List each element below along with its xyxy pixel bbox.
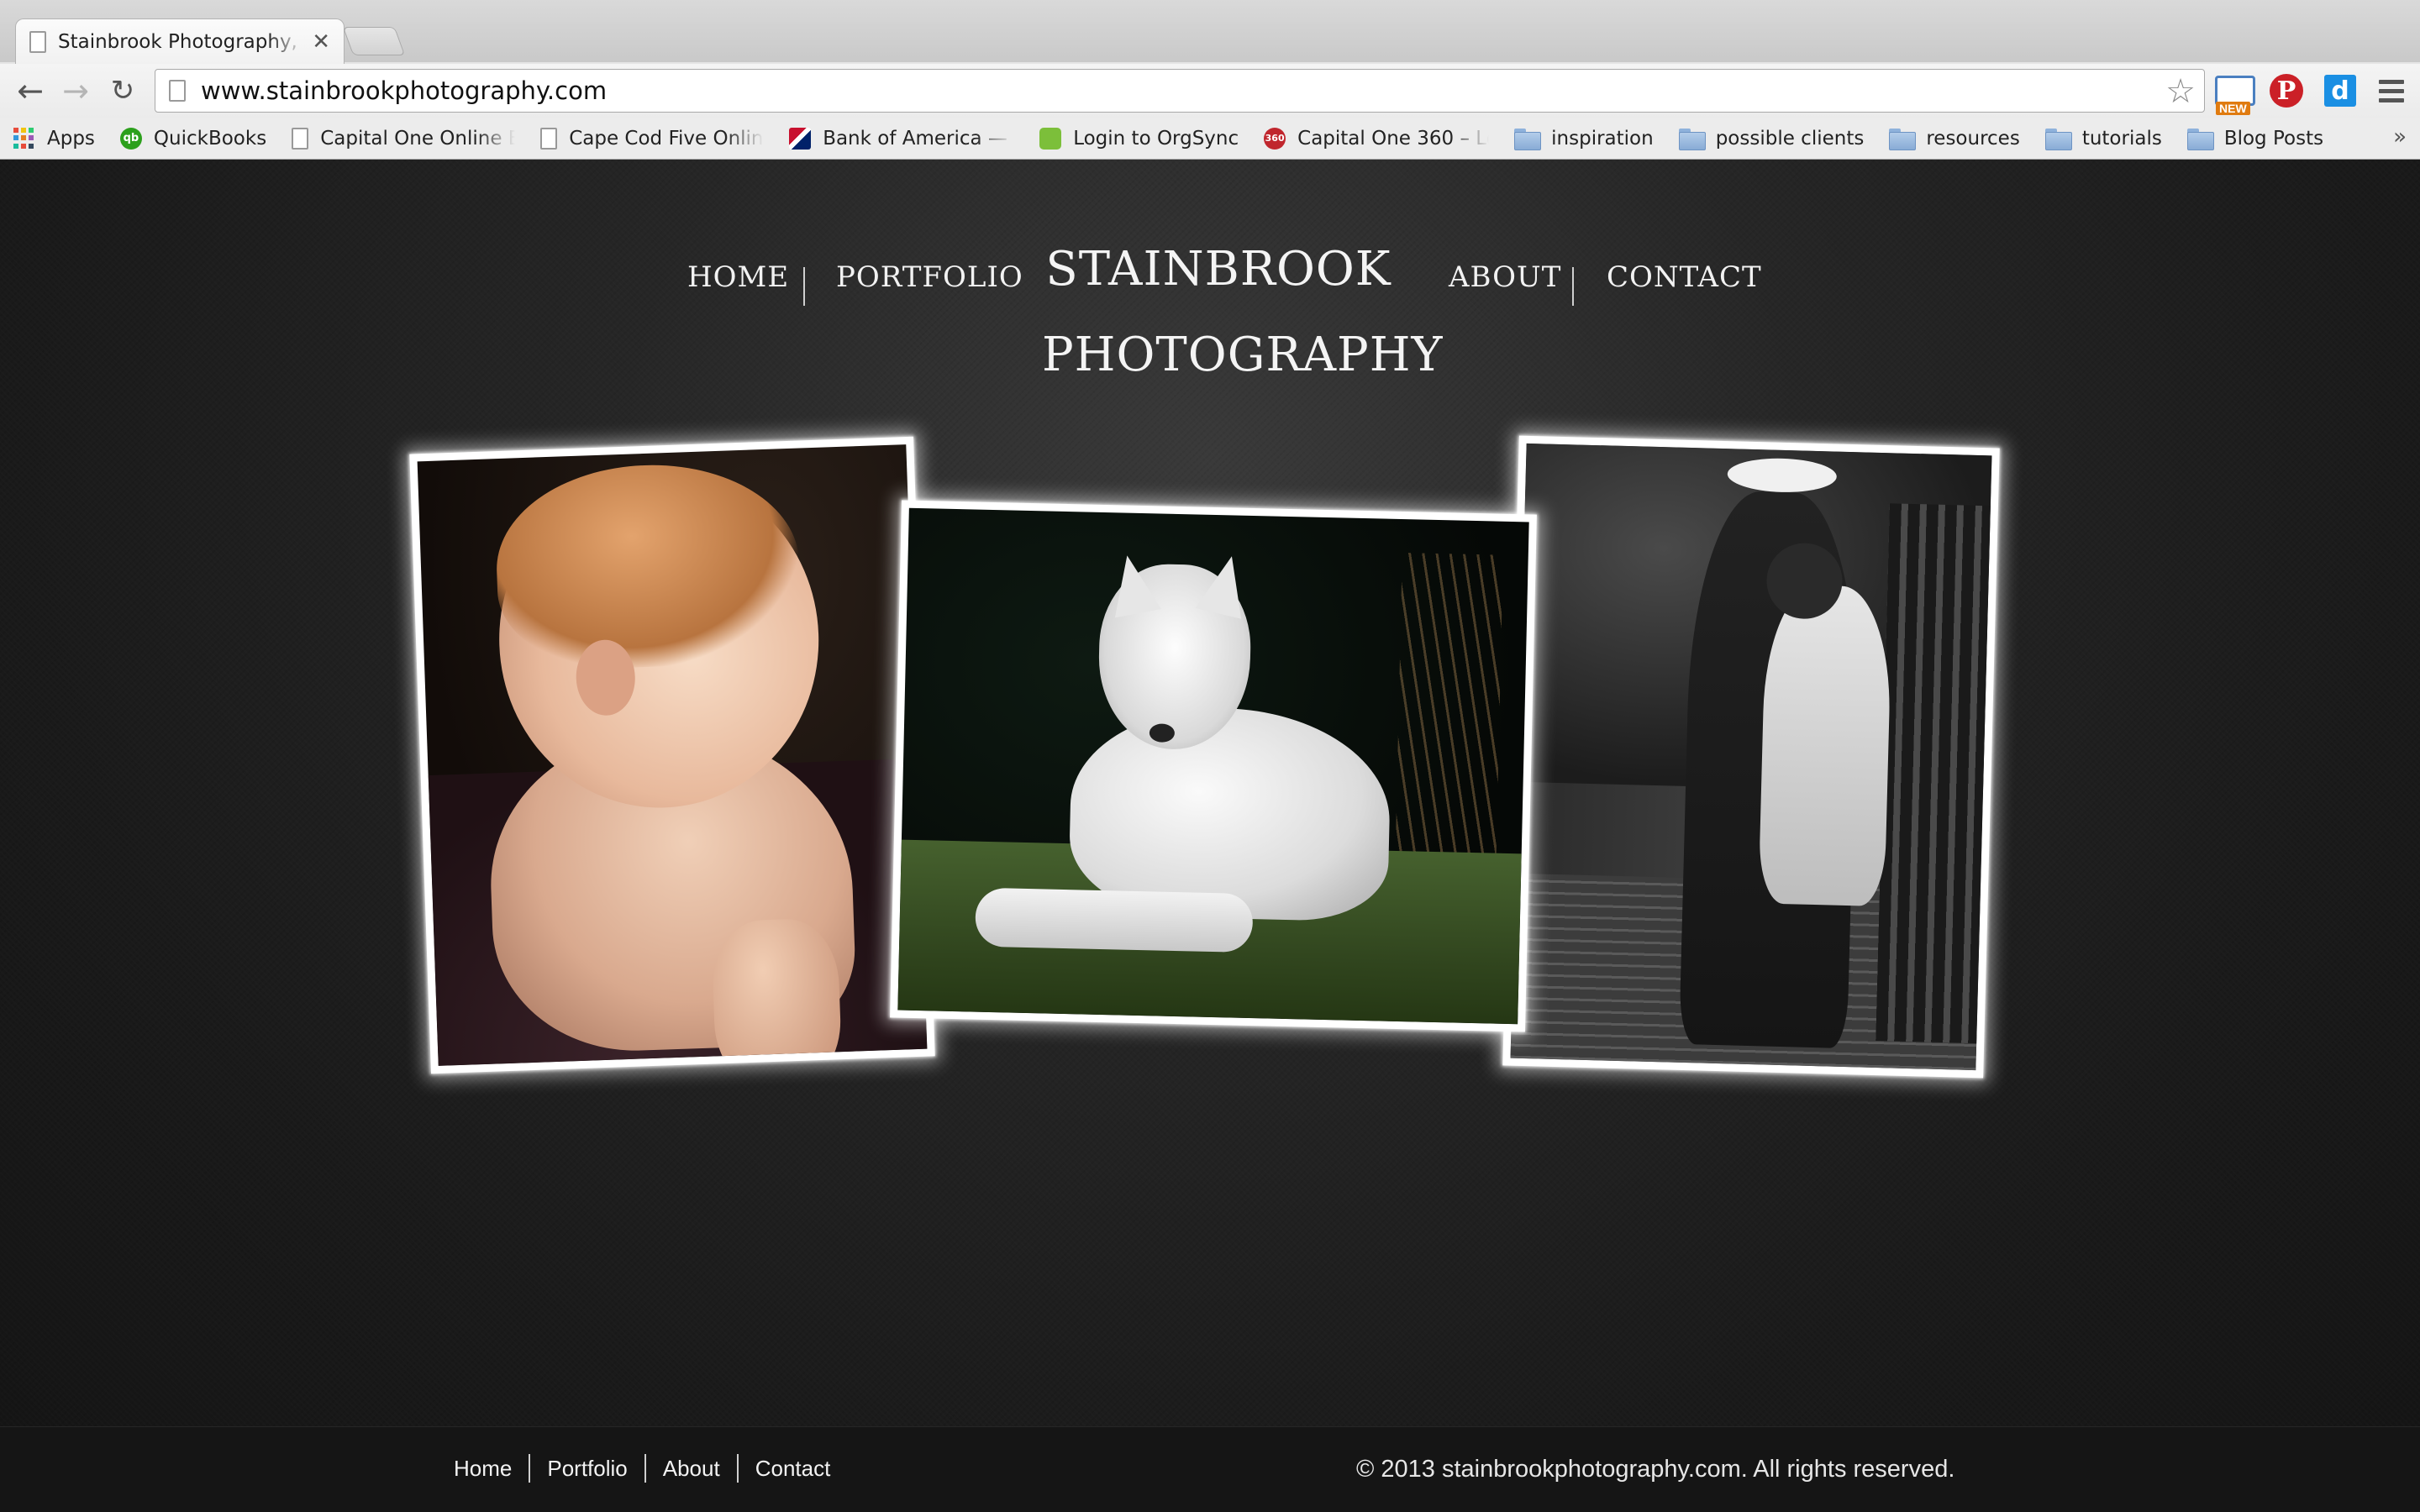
page-icon (169, 80, 186, 102)
footer-contact-link[interactable]: Contact (739, 1456, 848, 1482)
close-tab-icon[interactable]: ✕ (312, 31, 330, 53)
site-logo[interactable]: STAINBROOK PHOTOGRAPHY (1042, 227, 1444, 398)
nav-contact-link[interactable]: CONTACT (1607, 260, 1762, 294)
extension-new-icon[interactable]: NEW (2212, 71, 2259, 115)
photo-wedding-couple[interactable] (1502, 435, 2000, 1079)
nav-about-link[interactable]: ABOUT (1449, 260, 1561, 294)
bookmark-cape-cod-five[interactable]: Cape Cod Five Online (540, 127, 764, 150)
bookmarks-overflow-icon[interactable]: » (2393, 124, 2407, 150)
folder-icon (2186, 128, 2214, 150)
site-header: HOME PORTFOLIO STAINBROOK PHOTOGRAPHY AB… (0, 160, 2420, 382)
couple-photo-image (1510, 443, 1992, 1071)
site-footer: Home Portfolio About Contact © 2013 stai… (0, 1426, 2420, 1512)
folder-icon (1889, 128, 1917, 150)
footer-about-link[interactable]: About (646, 1456, 737, 1482)
page-icon (292, 127, 309, 150)
bookmark-orgsync[interactable]: Login to OrgSync (1039, 127, 1239, 150)
logo-line-photography: PHOTOGRAPHY (1042, 328, 1444, 382)
copyright-notice: © 2013 stainbrookphotography.com. All ri… (1356, 1456, 1955, 1483)
bookmark-folder-blog-posts[interactable]: Blog Posts (2186, 128, 2323, 150)
hamburger-menu-icon[interactable] (2375, 71, 2408, 111)
tab-strip: Stainbrook Photography, S ✕ (0, 0, 2420, 64)
orgsync-icon (1039, 127, 1062, 150)
new-badge: NEW (2216, 102, 2250, 115)
extension-d-icon[interactable]: d (2321, 71, 2360, 111)
bookmark-folder-possible-clients[interactable]: possible clients (1678, 128, 1864, 150)
footer-portfolio-link[interactable]: Portfolio (530, 1456, 644, 1482)
bookmark-bank-of-america[interactable]: Bank of America — B (789, 127, 1014, 150)
bookmark-quickbooks[interactable]: qb QuickBooks (119, 127, 266, 150)
nav-divider (1572, 267, 1574, 306)
bookmark-folder-tutorials[interactable]: tutorials (2044, 128, 2162, 150)
bookmarks-bar: Apps qb QuickBooks Capital One Online B … (0, 118, 2420, 160)
browser-toolbar: ← → ↻ www.stainbrookphotography.com ☆ NE… (0, 64, 2420, 118)
bank-of-america-icon (789, 127, 812, 150)
apps-grid-icon (13, 127, 35, 150)
reload-icon[interactable]: ↻ (103, 71, 143, 111)
back-arrow-icon[interactable]: ← (10, 71, 50, 111)
bookmark-folder-inspiration[interactable]: inspiration (1514, 128, 1654, 150)
nav-home-link[interactable]: HOME (687, 260, 789, 294)
footer-home-link[interactable]: Home (454, 1456, 529, 1482)
capital-one-360-icon: 360 (1264, 127, 1286, 150)
browser-tab-active[interactable]: Stainbrook Photography, S ✕ (15, 18, 345, 64)
bookmark-star-icon[interactable]: ☆ (2165, 71, 2196, 112)
bookmark-apps[interactable]: Apps (13, 127, 95, 150)
baby-photo-image (417, 444, 928, 1066)
bookmark-folder-resources[interactable]: resources (1889, 128, 2020, 150)
address-bar[interactable]: www.stainbrookphotography.com ☆ (155, 69, 2205, 113)
folder-icon (2044, 128, 2072, 150)
logo-line-stainbrook: STAINBROOK (1045, 242, 1392, 297)
footer-links: Home Portfolio About Contact (454, 1454, 847, 1483)
page-icon (29, 30, 46, 53)
forward-arrow-icon[interactable]: → (55, 71, 96, 111)
photo-white-wolf[interactable] (890, 500, 1537, 1032)
photo-baby[interactable] (409, 436, 935, 1074)
folder-icon (1514, 128, 1542, 150)
bookmark-capital-one-online[interactable]: Capital One Online B (292, 127, 515, 150)
web-page: HOME PORTFOLIO STAINBROOK PHOTOGRAPHY AB… (0, 160, 2420, 1512)
quickbooks-icon: qb (119, 127, 142, 150)
url-text: www.stainbrookphotography.com (201, 76, 608, 105)
wolf-photo-image (897, 507, 1529, 1025)
tab-title: Stainbrook Photography, S (58, 30, 306, 53)
new-tab-button[interactable] (342, 27, 406, 55)
pinterest-icon[interactable]: P (2267, 71, 2306, 111)
bookmark-capital-one-360[interactable]: 360 Capital One 360 – Lo (1264, 127, 1489, 150)
folder-icon (1678, 128, 1706, 150)
browser-chrome: Stainbrook Photography, S ✕ ← → ↻ www.st… (0, 0, 2420, 160)
nav-divider (803, 267, 805, 306)
page-icon (540, 127, 558, 150)
nav-portfolio-link[interactable]: PORTFOLIO (836, 260, 1023, 294)
